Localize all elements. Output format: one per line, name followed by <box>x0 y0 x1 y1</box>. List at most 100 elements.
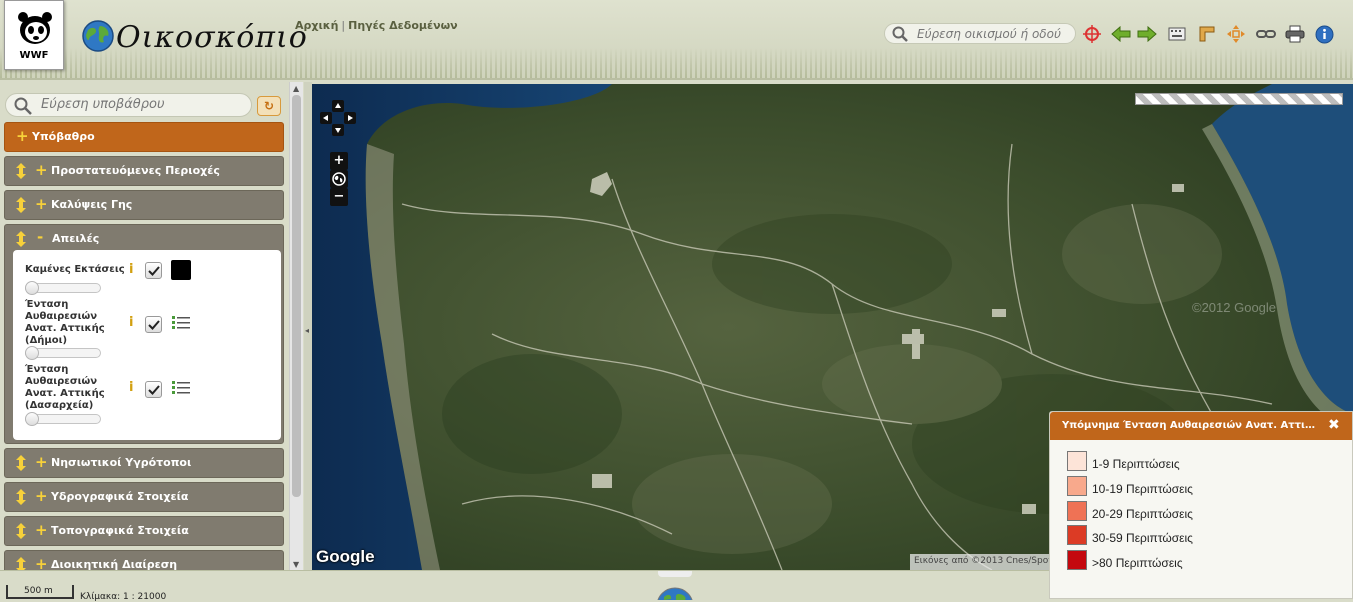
expand-symbol: + <box>35 453 48 471</box>
legend-panel: Υπόμνημα Ένταση Αυθαιρεσιών Ανατ. Αττική… <box>1049 411 1353 599</box>
basemap-search-input[interactable] <box>41 97 241 112</box>
zoom-out-button[interactable]: − <box>330 188 348 206</box>
previous-extent-button[interactable] <box>1111 24 1131 44</box>
group-administrative[interactable]: + Διοικητική Διαίρεση <box>4 550 284 570</box>
layer-visibility-checkbox[interactable] <box>145 262 162 279</box>
group-island-wetlands[interactable]: + Νησιωτικοί Υγρότοποι <box>4 448 284 478</box>
reorder-arrows-icon[interactable] <box>16 197 26 213</box>
print-icon <box>1285 25 1305 43</box>
scroll-up-icon[interactable]: ▲ <box>293 84 299 93</box>
wwf-logo[interactable]: WWF <box>4 0 64 70</box>
opacity-slider[interactable] <box>25 412 101 426</box>
checkmark-icon <box>148 320 160 330</box>
opacity-slider[interactable] <box>25 346 101 360</box>
group-basemap[interactable]: + Υπόβαθρο <box>4 122 284 152</box>
scroll-down-icon[interactable]: ▼ <box>293 560 299 569</box>
legend-header[interactable]: Υπόμνημα Ένταση Αυθαιρεσιών Ανατ. Αττική… <box>1050 412 1352 440</box>
next-extent-button[interactable] <box>1137 24 1157 44</box>
reorder-arrows-icon[interactable] <box>16 231 26 247</box>
collapse-symbol[interactable]: - <box>37 228 43 246</box>
group-protected-areas[interactable]: + Προστατευόμενες Περιοχές <box>4 156 284 186</box>
about-button[interactable] <box>1314 24 1334 44</box>
zoom-scale-text: Κλίμακα: 1 : 21000 <box>80 592 167 602</box>
reorder-arrows-icon[interactable] <box>16 163 26 179</box>
group-land-cover[interactable]: + Καλύψεις Γης <box>4 190 284 220</box>
black-square-legend-icon[interactable] <box>171 260 191 280</box>
print-button[interactable] <box>1285 24 1305 44</box>
place-search-input[interactable] <box>917 26 1067 42</box>
collapse-arrow-icon[interactable]: ◂ <box>305 326 309 335</box>
sidebar-scrollbar[interactable]: ▲ ▼ <box>289 82 303 570</box>
group-label[interactable]: Απειλές <box>52 232 99 245</box>
world-view-button[interactable] <box>330 170 348 188</box>
ruler-icon <box>1199 26 1215 42</box>
map-watermark: ©2012 Google <box>1192 300 1276 315</box>
slider-knob[interactable] <box>25 346 39 360</box>
arrow-forward-icon <box>1137 26 1157 42</box>
nav-data-sources-link[interactable]: Πηγές Δεδομένων <box>348 19 458 32</box>
slider-knob[interactable] <box>25 281 39 295</box>
legend-label: 30-59 Περιπτώσεις <box>1092 531 1193 545</box>
slider-knob[interactable] <box>25 412 39 426</box>
sidebar-collapse-handle[interactable]: ◂ <box>304 82 312 570</box>
group-threats: - Απειλές Καμένες Εκτάσεις i Ένταση Αυθα… <box>4 224 284 444</box>
measure-button[interactable] <box>1197 24 1217 44</box>
link-icon <box>1256 30 1276 38</box>
group-label: Προστατευόμενες Περιοχές <box>51 164 220 177</box>
layer-name: Ένταση Αυθαιρεσιών Ανατ. Αττικής (Δήμοι) <box>25 299 105 346</box>
group-topography[interactable]: + Τοπογραφικά Στοιχεία <box>4 516 284 546</box>
reorder-arrows-icon[interactable] <box>16 455 26 471</box>
layer-info-button[interactable]: i <box>129 315 133 330</box>
legend-swatch <box>1067 451 1087 471</box>
full-extent-button[interactable] <box>1226 24 1246 44</box>
reorder-arrows-icon[interactable] <box>16 557 26 570</box>
legend-swatch <box>1067 525 1087 545</box>
place-search-box[interactable] <box>884 23 1076 44</box>
list-icon[interactable] <box>172 315 190 331</box>
group-hydrography[interactable]: + Υδρογραφικά Στοιχεία <box>4 482 284 512</box>
nav-home-link[interactable]: Αρχική <box>295 19 338 32</box>
permalink-button[interactable] <box>1256 24 1276 44</box>
legend-label: 1-9 Περιπτώσεις <box>1092 457 1180 471</box>
expand-symbol: + <box>35 487 48 505</box>
expand-symbol: + <box>35 521 48 539</box>
close-icon[interactable]: ✖ <box>1328 417 1340 433</box>
globe-icon <box>332 172 346 186</box>
basemap-search-box[interactable] <box>5 93 252 117</box>
google-logo[interactable]: Google <box>316 547 375 567</box>
scrollbar-thumb[interactable] <box>292 95 301 497</box>
reorder-arrows-icon[interactable] <box>16 489 26 505</box>
footer: 500 m Κλίμακα: 1 : 21000 <box>0 570 1049 602</box>
group-label: Νησιωτικοί Υγρότοποι <box>51 456 192 469</box>
globe-logo-icon <box>82 20 114 52</box>
layer-visibility-checkbox[interactable] <box>145 381 162 398</box>
top-nav: Αρχική | Πηγές Δεδομένων <box>295 19 458 32</box>
layer-name: Καμένες Εκτάσεις <box>25 264 125 275</box>
layer-info-button[interactable]: i <box>129 380 133 395</box>
header: WWF Οικοσκόπιο Αρχική | Πηγές Δεδομένων <box>0 0 1353 80</box>
site-title[interactable]: Οικοσκόπιο <box>116 20 308 55</box>
info-icon <box>1315 25 1333 43</box>
legend-label: 10-19 Περιπτώσεις <box>1092 482 1193 496</box>
legend-label: >80 Περιπτώσεις <box>1092 556 1183 570</box>
legend-swatch <box>1067 476 1087 496</box>
zoom-bar[interactable] <box>1135 93 1343 105</box>
opacity-slider[interactable] <box>25 281 101 295</box>
reorder-arrows-icon[interactable] <box>16 523 26 539</box>
layer-info-button[interactable]: i <box>129 262 133 277</box>
globe-icon[interactable] <box>654 585 696 600</box>
checkmark-icon <box>148 385 160 395</box>
target-icon <box>1083 25 1101 43</box>
pan-arrows-icon <box>1227 25 1245 43</box>
refresh-button[interactable]: ↻ <box>257 96 281 116</box>
zoom-in-button[interactable]: + <box>330 152 348 170</box>
locate-button[interactable] <box>1082 24 1102 44</box>
layer-visibility-checkbox[interactable] <box>145 316 162 333</box>
pan-arrows-icon[interactable] <box>320 100 356 136</box>
map-attribution: Εικόνες από ©2013 Cnes/Spot Image <box>910 554 1050 570</box>
coordinates-button[interactable] <box>1167 24 1187 44</box>
search-icon <box>14 97 32 115</box>
list-icon[interactable] <box>172 380 190 396</box>
pan-control[interactable] <box>320 100 356 136</box>
footer-toggle-tab[interactable] <box>658 571 692 577</box>
